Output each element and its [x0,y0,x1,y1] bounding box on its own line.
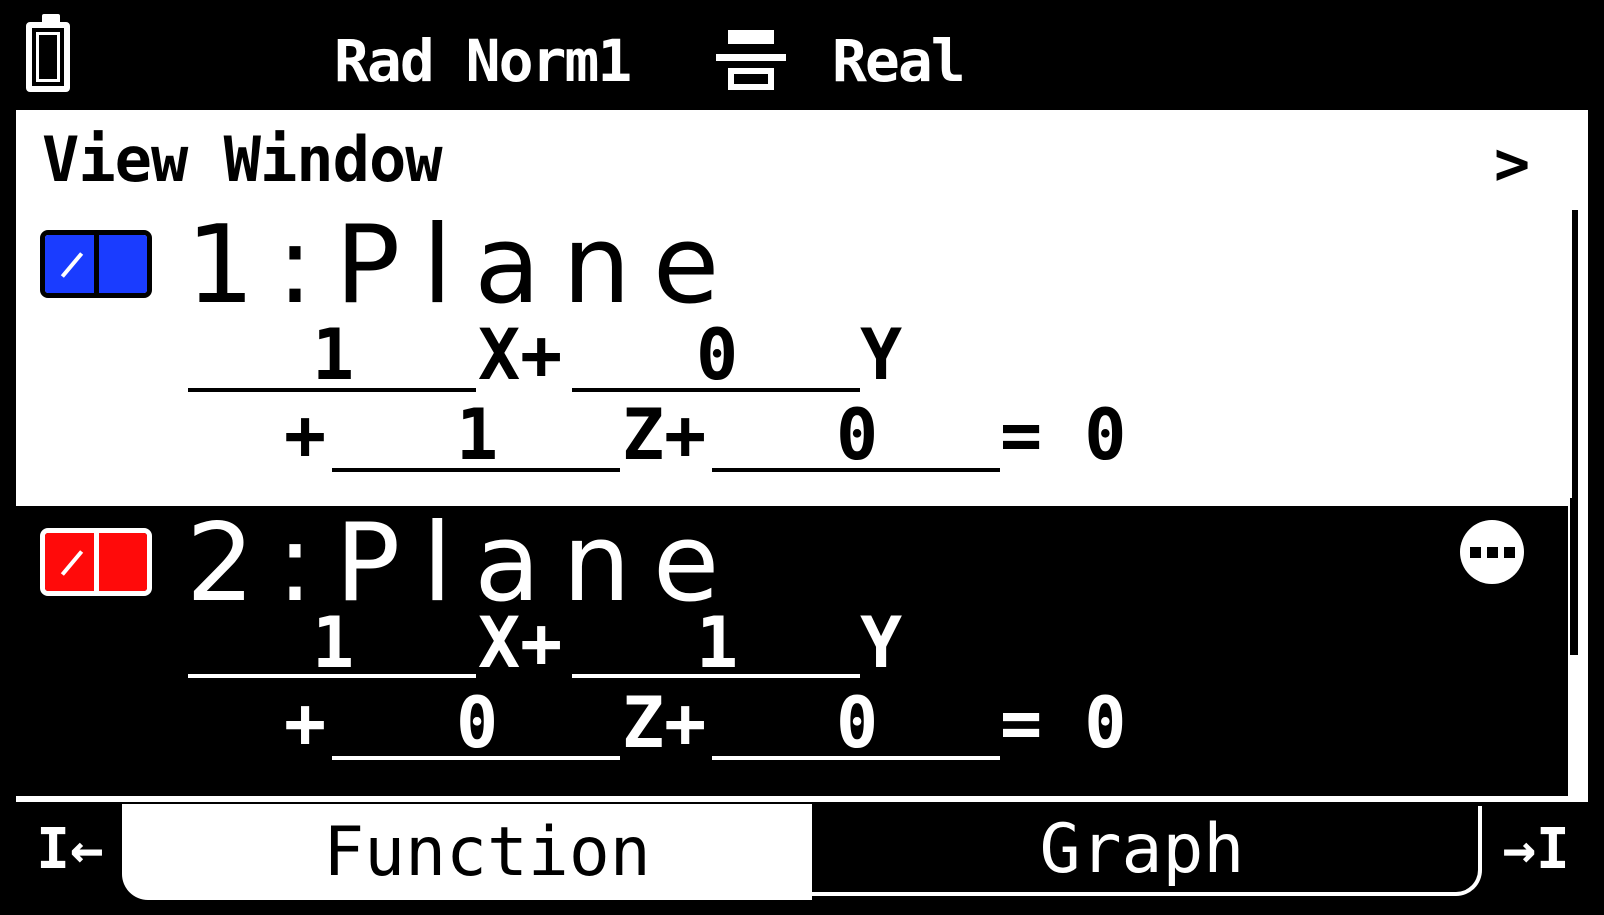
function-entry-1[interactable]: 1:Plane 1 X+ 0 Y + 1 Z+ 0 = 0 [16,208,1572,498]
scroll-right-button[interactable]: →I [1486,804,1586,894]
status-bar: Rad Norm1 Real [16,14,1588,110]
angle-format-status: Rad Norm1 [334,27,632,95]
more-options-icon[interactable] [1460,520,1524,584]
graph-style-icon[interactable] [40,230,152,298]
field-underline [188,388,476,392]
tab-graph[interactable]: Graph [802,806,1482,896]
field-underline [572,674,860,678]
field-underline [188,674,476,678]
chevron-right-icon[interactable]: > [1494,134,1530,194]
coefficient-a[interactable]: 1 [312,608,354,678]
x-term: X+ [478,314,563,396]
battery-icon [26,14,70,92]
graph-style-icon[interactable] [40,528,152,596]
plus-sign: + [284,394,327,476]
coefficient-d[interactable]: 0 [836,400,878,470]
field-underline [712,468,1000,472]
field-underline [332,468,620,472]
function-title: 1:Plane [186,203,742,328]
function-list-panel: View Window > 1:Plane 1 X+ 0 Y + 1 Z+ 0 … [16,110,1588,802]
z-term: Z+ [622,394,707,476]
fraction-display-icon [716,30,786,92]
function-title: 2:Plane [186,501,742,626]
tab-bar: I← Function Graph →I [16,804,1588,901]
complex-mode-status: Real [832,27,966,95]
tab-function[interactable]: Function [122,804,812,900]
y-term: Y [860,314,903,396]
equals-zero: = 0 [1000,682,1127,764]
field-underline [712,756,1000,760]
scroll-left-button[interactable]: I← [16,804,124,894]
coefficient-b[interactable]: 0 [696,320,738,390]
coefficient-c[interactable]: 0 [456,688,498,758]
equals-zero: = 0 [1000,394,1127,476]
coefficient-c[interactable]: 1 [456,400,498,470]
calculator-screen: Rad Norm1 Real View Window > 1:Plane 1 X… [0,0,1604,915]
view-window-header[interactable]: View Window [42,122,443,198]
plus-sign: + [284,682,327,764]
z-term: Z+ [622,682,707,764]
coefficient-b[interactable]: 1 [696,608,738,678]
y-term: Y [860,602,903,684]
function-entry-2[interactable]: 2:Plane 1 X+ 1 Y + 0 Z+ 0 = 0 [16,506,1568,796]
x-term: X+ [478,602,563,684]
coefficient-d[interactable]: 0 [836,688,878,758]
coefficient-a[interactable]: 1 [312,320,354,390]
field-underline [572,388,860,392]
field-underline [332,756,620,760]
